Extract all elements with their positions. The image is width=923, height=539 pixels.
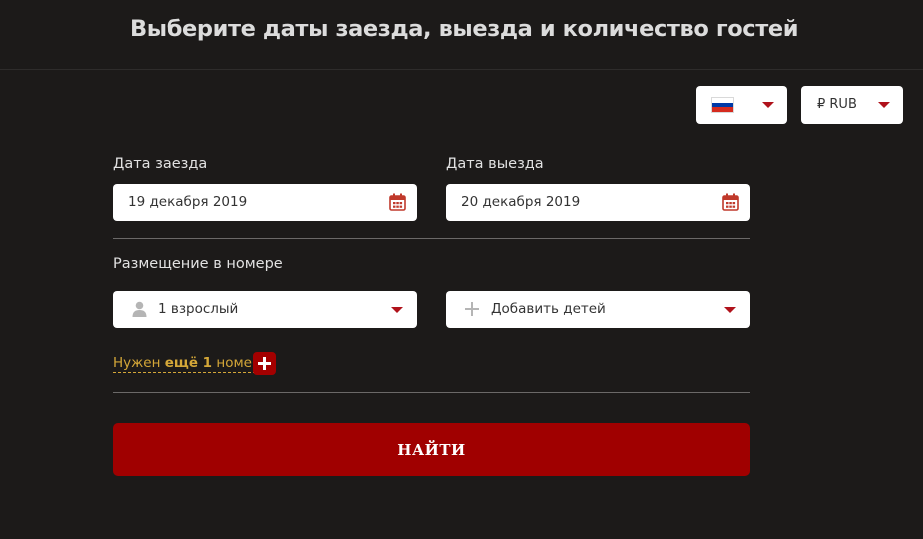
children-value: Добавить детей: [491, 301, 606, 317]
search-button[interactable]: НАЙТИ: [113, 423, 750, 476]
chevron-down-icon: [724, 307, 736, 313]
chevron-down-icon: [762, 102, 774, 108]
russia-flag-icon: [711, 97, 734, 113]
page-title: Выберите даты заезда, выезда и количеств…: [130, 16, 799, 42]
checkout-label: Дата выезда: [446, 156, 544, 172]
add-room-link-count: ещё 1: [164, 355, 213, 371]
chevron-down-icon: [878, 102, 890, 108]
plus-icon: [465, 302, 479, 316]
currency-value: ₽ RUB: [817, 97, 857, 112]
divider: [113, 392, 750, 393]
checkout-date-value: 20 декабря 2019: [461, 194, 581, 210]
checkout-date-field[interactable]: 20 декабря 2019: [446, 184, 750, 221]
chevron-down-icon: [391, 307, 403, 313]
children-select[interactable]: Добавить детей: [446, 291, 750, 328]
language-select[interactable]: [696, 86, 787, 124]
calendar-icon[interactable]: [389, 193, 406, 211]
currency-select[interactable]: ₽ RUB: [801, 86, 903, 124]
checkin-date-value: 19 декабря 2019: [128, 194, 248, 210]
add-room-link[interactable]: Нужен ещё 1 номер: [113, 355, 261, 373]
checkin-date-field[interactable]: 19 декабря 2019: [113, 184, 417, 221]
person-icon: [132, 301, 147, 317]
checkin-label: Дата заезда: [113, 156, 208, 172]
header: Выберите даты заезда, выезда и количеств…: [0, 0, 923, 70]
add-room-plus-button[interactable]: [253, 352, 276, 375]
divider: [113, 238, 750, 239]
adults-select[interactable]: 1 взрослый: [113, 291, 417, 328]
accommodation-label: Размещение в номере: [113, 256, 283, 272]
adults-value: 1 взрослый: [158, 301, 239, 317]
search-button-label: НАЙТИ: [397, 440, 466, 459]
add-room-link-prefix: Нужен: [113, 355, 165, 371]
calendar-icon[interactable]: [722, 193, 739, 211]
